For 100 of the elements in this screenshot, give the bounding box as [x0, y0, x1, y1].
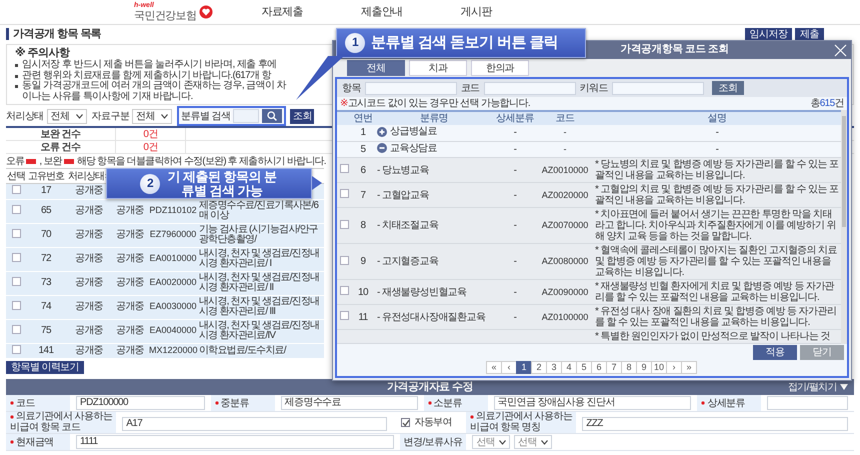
checkbox[interactable] [340, 220, 348, 228]
text-field[interactable] [767, 396, 848, 410]
select-field[interactable]: 선택 [472, 435, 510, 449]
page-button[interactable]: 1 [516, 361, 532, 374]
legend-label: , 보완 [39, 156, 62, 166]
table-cell: AZ0080000 [542, 256, 588, 266]
table-cell: AZ0070000 [542, 220, 588, 230]
page-button[interactable]: ‹ [501, 361, 517, 374]
table-cell: 제증명수수료/진료기록사본/6매 이상 [199, 200, 318, 221]
checkbox[interactable] [12, 344, 20, 354]
count-label: 보완 건수 [6, 128, 116, 140]
select-field[interactable]: 선택 [514, 435, 552, 449]
table-cell: 내시경, 천자 및 생검료/진정내시경 환자관리료/ III [199, 296, 320, 317]
table-cell: 공개중 [116, 324, 144, 336]
column-header[interactable]: 처리상태 [68, 170, 110, 182]
table-cell: 73 [41, 276, 51, 288]
table-cell: * 재생불량성 빈혈 환자에게 치료 및 합병증 예방 등 자가관리를 할 수 있는 포괄적인 내용을 교육하는 비용입니다. [595, 281, 834, 303]
page-button[interactable]: 5 [576, 361, 592, 374]
toggle-button[interactable]: 접기/펼치기 [788, 382, 848, 392]
page-button[interactable]: 2 [531, 361, 547, 374]
table-cell: - [514, 220, 516, 231]
checkbox[interactable] [12, 252, 20, 262]
tab[interactable]: 전체 [347, 60, 405, 76]
field-label: 중분류 [220, 398, 249, 408]
table-cell: 75 [41, 324, 51, 336]
table-cell: 9 [360, 256, 366, 267]
field-label: 비급여 항목 명칭 [470, 422, 540, 433]
checkbox[interactable] [12, 204, 20, 214]
table-cell: 7 [360, 190, 366, 200]
table-cell: AZ0010000 [542, 164, 588, 174]
table-cell: 공개중 [74, 324, 104, 336]
table-cell: 공개중 [116, 344, 144, 356]
checkbox[interactable] [12, 324, 20, 334]
select-field[interactable]: 전체 [46, 108, 87, 124]
table-cell: AZ0090000 [542, 286, 588, 296]
checkbox[interactable] [340, 286, 348, 295]
page-button[interactable]: › [666, 361, 682, 374]
query-button[interactable]: 조회 [290, 108, 314, 124]
dialog-button[interactable]: 적용 [753, 345, 797, 360]
page-button[interactable]: 10 [651, 361, 667, 374]
search-field[interactable] [233, 109, 260, 123]
page-button[interactable]: 4 [561, 361, 577, 374]
nav-link[interactable]: 자료제출 [261, 6, 304, 18]
checkbox[interactable] [340, 189, 348, 198]
field-label: 상세분류 [707, 398, 745, 408]
checkbox[interactable] [12, 228, 20, 238]
input-field[interactable] [484, 82, 576, 94]
input-field[interactable] [612, 82, 704, 94]
table-cell: 17 [41, 185, 51, 196]
toolbar-button[interactable]: 제출 [795, 28, 824, 40]
bullet-icon [15, 85, 18, 88]
text-field[interactable]: PDZ100000 [76, 396, 205, 410]
page-button[interactable]: 6 [591, 361, 607, 374]
checkbox[interactable] [12, 300, 20, 310]
text-field[interactable]: 제증명수수료 [280, 396, 418, 410]
table-cell: 공개중 [74, 252, 104, 264]
table-cell: EA0020000 [149, 277, 197, 288]
close-button[interactable] [833, 43, 847, 57]
checkbox[interactable] [340, 164, 348, 173]
text-field[interactable]: A17 [122, 417, 388, 431]
checkbox[interactable] [401, 418, 410, 427]
table-cell: - [564, 144, 566, 154]
step-badge: 2 [140, 174, 160, 194]
select-field[interactable]: 전체 [132, 108, 172, 124]
table-cell: AZ0020000 [542, 190, 588, 200]
checkbox[interactable] [340, 311, 348, 320]
table-cell: 공개중 [116, 276, 144, 288]
checkbox[interactable] [12, 185, 20, 194]
filter-label: 처리상태 [6, 110, 44, 122]
checkbox[interactable] [12, 276, 20, 286]
nav-link[interactable]: 제출안내 [361, 6, 403, 18]
tab[interactable]: 한의과 [471, 60, 529, 76]
callout-text: 기 제출된 항목의 분류별 검색 가능 [166, 170, 278, 198]
checkbox[interactable] [340, 256, 348, 264]
nav-link[interactable]: 게시판 [460, 6, 492, 18]
page-button[interactable]: 9 [636, 361, 652, 374]
page-button[interactable]: « [486, 361, 502, 374]
minus-circle-icon[interactable] [377, 143, 387, 153]
text-field[interactable]: 국민연금 장애심사용 진단서 [494, 396, 692, 410]
table-cell: 기능 검사료 (시기능검사/안구광학단층촬영/ [199, 224, 318, 245]
text-field[interactable]: 1111 [76, 435, 394, 449]
search-button[interactable] [262, 109, 282, 123]
page-button[interactable]: 8 [621, 361, 637, 374]
page-button[interactable]: 7 [606, 361, 622, 374]
toolbar-button[interactable]: 임시저장 [744, 28, 792, 40]
column-header: 연번 [354, 113, 372, 124]
plus-circle-icon[interactable] [377, 126, 387, 136]
history-button[interactable]: 항목별 이력보기 [6, 361, 84, 374]
table-cell: - [514, 190, 516, 200]
chevron-icon [161, 114, 168, 118]
tab[interactable]: 치과 [409, 60, 467, 76]
count-value: 0건 [116, 128, 186, 140]
input-field[interactable] [364, 82, 457, 94]
query-button[interactable]: 조회 [712, 81, 744, 95]
text-field[interactable]: ZZZ [582, 417, 848, 431]
table-cell: - [514, 286, 516, 298]
page-button[interactable]: 3 [546, 361, 562, 374]
table-cell: 1 [360, 127, 366, 138]
bullet-icon [15, 74, 18, 78]
page-button[interactable]: » [681, 361, 697, 374]
